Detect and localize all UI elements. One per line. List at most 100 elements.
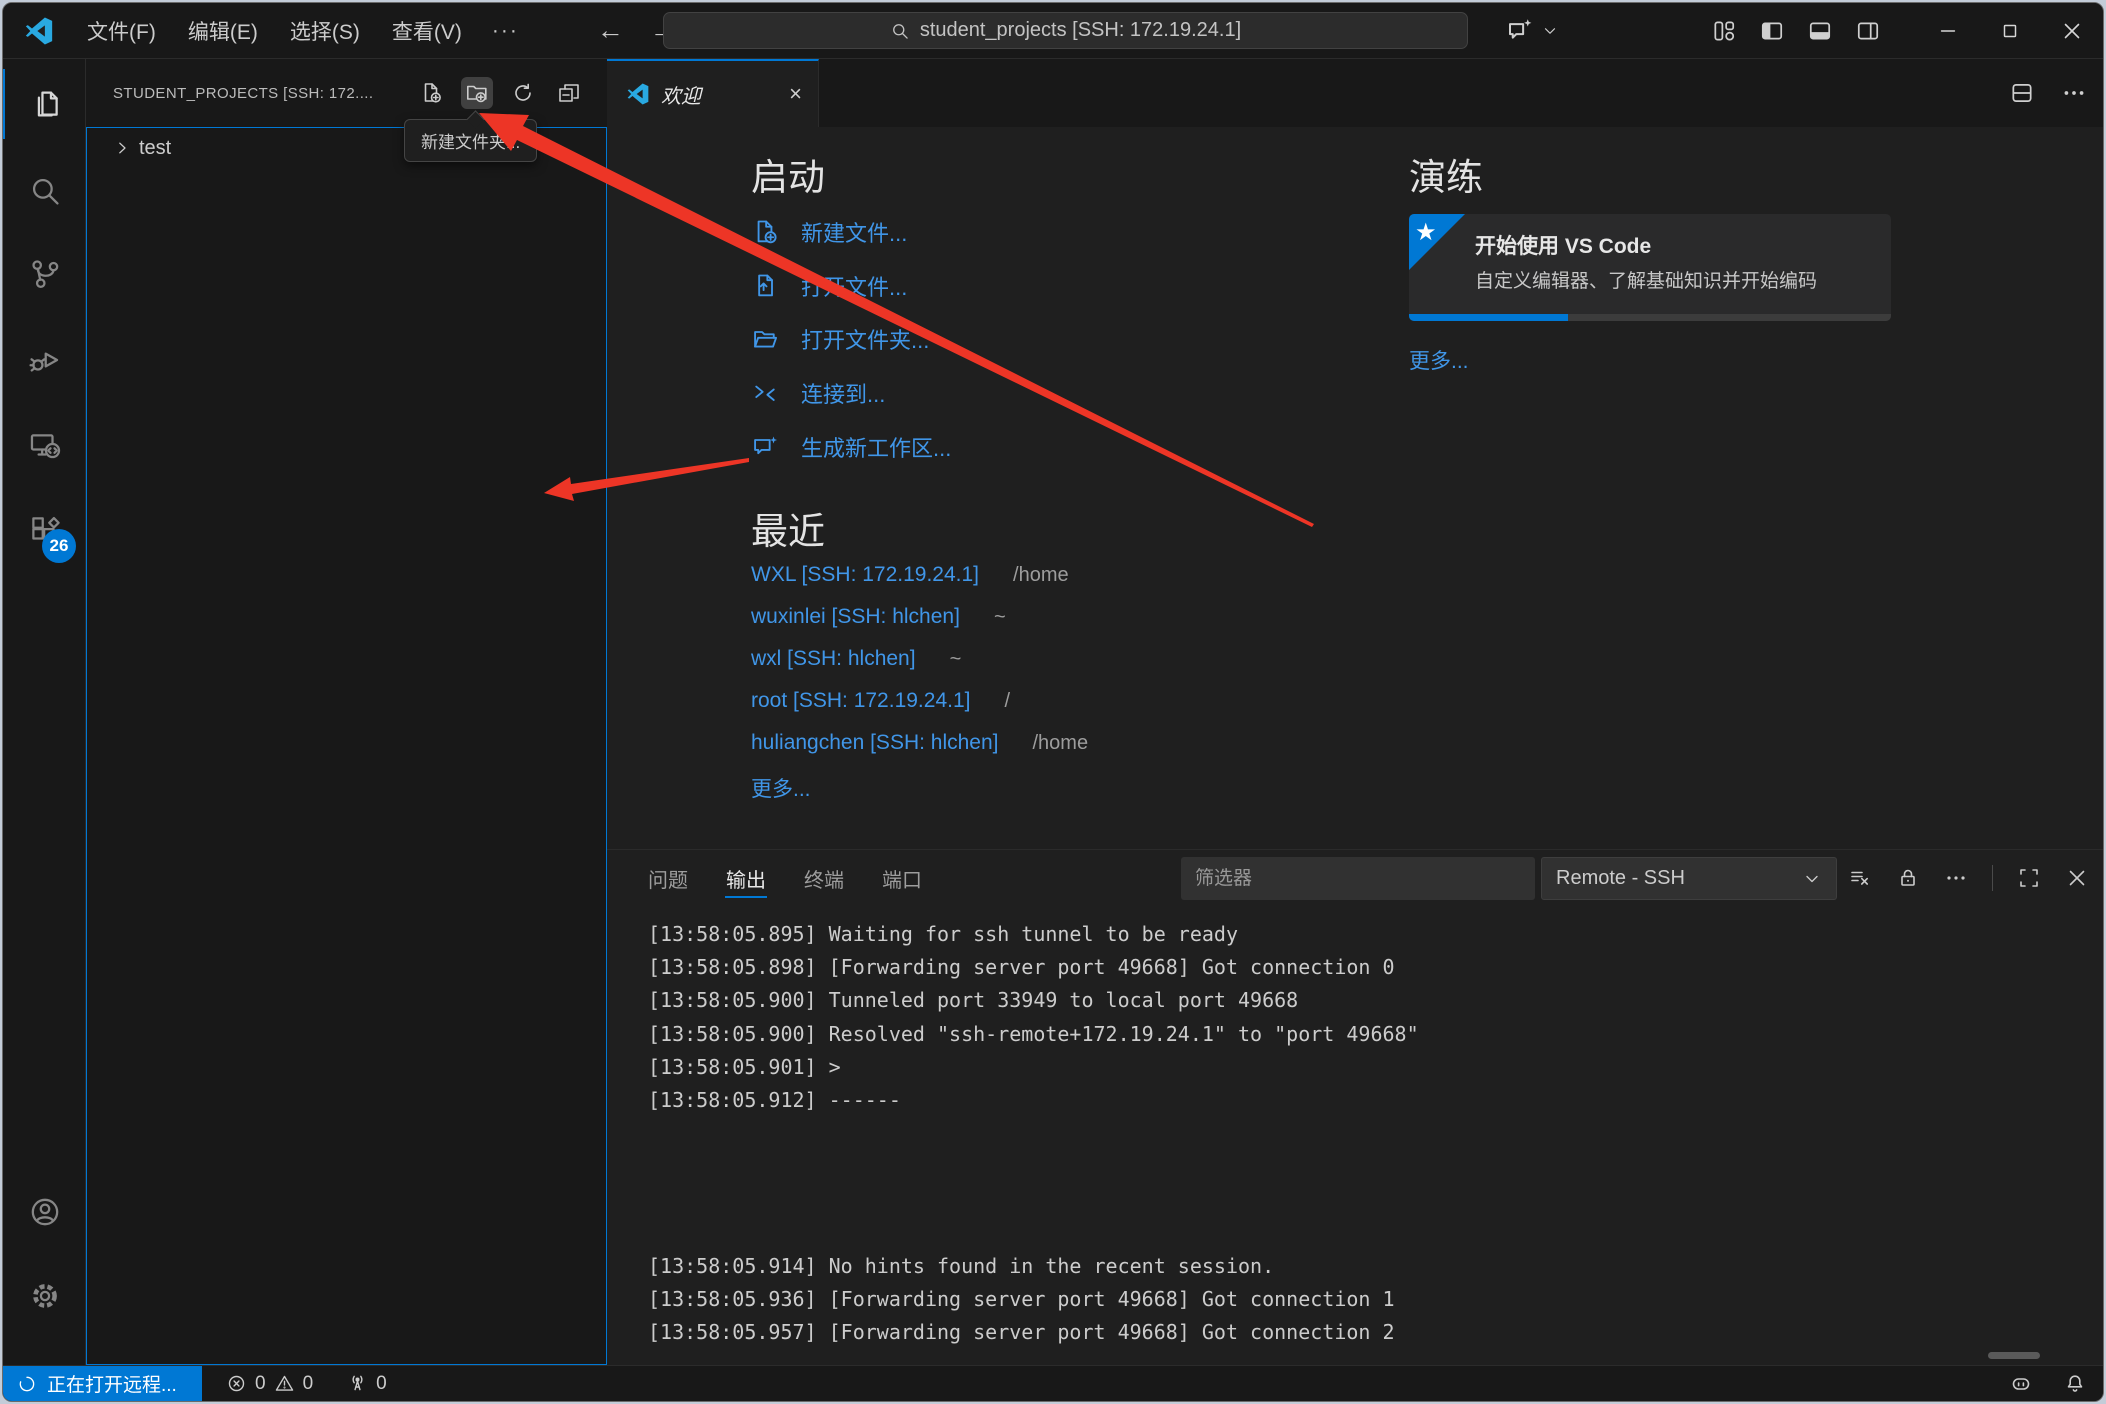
window-maximize-button[interactable] <box>1979 3 2041 59</box>
warning-icon <box>274 1373 295 1394</box>
copilot-status-icon[interactable] <box>2009 1372 2033 1396</box>
panel-tab-problems[interactable]: 问题 <box>629 850 707 906</box>
history-back-button[interactable]: ← <box>597 15 624 46</box>
menu-file[interactable]: 文件(F) <box>71 10 172 52</box>
log-line: [13:58:05.901] > <box>648 1055 2083 1088</box>
bell-icon[interactable] <box>2063 1372 2087 1396</box>
more-actions-icon[interactable] <box>2061 80 2087 106</box>
output-channel-value: Remote - SSH <box>1556 867 1802 890</box>
remote-connect-icon <box>751 379 779 407</box>
maximize-panel-icon[interactable] <box>2017 866 2041 890</box>
menu-more-button[interactable]: ··· <box>478 13 533 49</box>
problems-status[interactable]: 0 0 <box>226 1373 313 1395</box>
run-debug-icon <box>28 343 62 377</box>
close-icon <box>2060 19 2084 43</box>
recent-item[interactable]: huliangchen [SSH: hlchen] /home <box>751 731 1088 755</box>
activity-run-debug[interactable] <box>3 325 86 395</box>
ports-count: 0 <box>376 1373 387 1395</box>
refresh-button[interactable] <box>507 77 539 109</box>
output-log[interactable]: [13:58:05.895] Waiting for ssh tunnel to… <box>648 922 2083 1353</box>
start-link-label: 打开文件夹... <box>801 323 929 355</box>
activity-settings[interactable] <box>3 1261 86 1331</box>
close-panel-icon[interactable] <box>2065 866 2089 890</box>
bottom-panel: 问题 输出 终端 端口 Remote - SSH [13:58:05.895] … <box>607 849 2103 1365</box>
tab-welcome[interactable]: 欢迎 × <box>607 59 819 127</box>
recent-item[interactable]: root [SSH: 172.19.24.1] / <box>751 689 1010 713</box>
recent-link[interactable]: WXL [SSH: 172.19.24.1] <box>751 563 979 587</box>
welcome-page: 启动 新建文件... 打开文件... 打开文件夹... 连接到... 生成新工作… <box>607 127 2103 849</box>
menu-view[interactable]: 查看(V) <box>376 10 478 52</box>
recent-link[interactable]: root [SSH: 172.19.24.1] <box>751 689 970 713</box>
customize-layout-icon[interactable] <box>1711 18 1737 44</box>
activity-bar: 26 <box>3 59 86 1365</box>
panel-tab-output[interactable]: 输出 <box>707 850 785 906</box>
tab-close-button[interactable]: × <box>789 81 802 107</box>
activity-remote-explorer[interactable] <box>3 411 86 481</box>
split-editor-icon[interactable] <box>2009 80 2035 106</box>
more-actions-icon[interactable] <box>1944 866 1968 890</box>
activity-extensions[interactable]: 26 <box>3 495 86 565</box>
start-new-file-link[interactable]: 新建文件... <box>751 216 907 248</box>
log-line: [13:58:05.898] [Forwarding server port 4… <box>648 955 2083 988</box>
command-center-search[interactable]: student_projects [SSH: 172.19.24.1] <box>663 12 1468 49</box>
panel-tab-terminal[interactable]: 终端 <box>785 850 863 906</box>
new-file-button[interactable] <box>415 77 447 109</box>
output-channel-select[interactable]: Remote - SSH <box>1541 857 1837 900</box>
activity-account[interactable] <box>3 1177 86 1247</box>
recent-item[interactable]: wuxinlei [SSH: hlchen] ~ <box>751 605 1006 629</box>
recent-more-link[interactable]: 更多... <box>751 773 811 803</box>
menu-selection[interactable]: 选择(S) <box>274 10 376 52</box>
activity-explorer[interactable] <box>3 69 86 139</box>
output-filter-input[interactable] <box>1181 857 1535 900</box>
start-open-folder-link[interactable]: 打开文件夹... <box>751 323 929 355</box>
start-new-workspace-link[interactable]: 生成新工作区... <box>751 431 951 463</box>
panel-header: 问题 输出 终端 端口 Remote - SSH <box>607 850 2103 906</box>
start-open-file-link[interactable]: 打开文件... <box>751 270 907 302</box>
log-line <box>648 1221 2083 1254</box>
log-line: [13:58:05.957] [Forwarding server port 4… <box>648 1320 2083 1353</box>
toggle-primary-sidebar-icon[interactable] <box>1759 18 1785 44</box>
extensions-badge: 26 <box>42 529 76 563</box>
remote-status-button[interactable]: 正在打开远程... <box>3 1366 202 1402</box>
recent-path: / <box>1004 690 1010 713</box>
collapse-all-button[interactable] <box>553 77 585 109</box>
remote-explorer-icon <box>28 429 62 463</box>
window-close-button[interactable] <box>2041 3 2103 59</box>
lock-icon[interactable] <box>1896 866 1920 890</box>
window-minimize-button[interactable] <box>1917 3 1979 59</box>
scrollbar-thumb[interactable] <box>1988 1352 2040 1359</box>
activity-search[interactable] <box>3 156 86 226</box>
vscode-logo-icon <box>25 17 53 45</box>
ports-status[interactable]: 0 <box>347 1373 387 1395</box>
title-bar: 文件(F) 编辑(E) 选择(S) 查看(V) ··· ← → student_… <box>3 3 2103 59</box>
panel-tab-ports[interactable]: 端口 <box>863 850 941 906</box>
recent-link[interactable]: wuxinlei [SSH: hlchen] <box>751 605 960 629</box>
clear-output-icon[interactable] <box>1848 866 1872 890</box>
editor-tab-bar: 欢迎 × <box>607 59 2103 127</box>
recent-item[interactable]: WXL [SSH: 172.19.24.1] /home <box>751 563 1069 587</box>
menu-edit[interactable]: 编辑(E) <box>172 10 274 52</box>
refresh-icon <box>511 81 535 105</box>
start-connect-to-link[interactable]: 连接到... <box>751 377 885 409</box>
radio-tower-icon <box>347 1373 368 1394</box>
search-value: student_projects [SSH: 172.19.24.1] <box>920 19 1241 42</box>
walkthrough-title: 开始使用 VS Code <box>1475 230 1651 260</box>
chevron-right-icon <box>113 139 131 157</box>
activity-source-control[interactable] <box>3 239 86 309</box>
explorer-sidebar: STUDENT_PROJECTS [SSH: 172.... test <box>86 59 607 1365</box>
start-link-label: 连接到... <box>801 377 885 409</box>
log-line <box>648 1154 2083 1187</box>
copilot-chat-icon[interactable] <box>1505 16 1535 46</box>
recent-link[interactable]: huliangchen [SSH: hlchen] <box>751 731 999 755</box>
walkthrough-card[interactable]: ★ 开始使用 VS Code 自定义编辑器、了解基础知识并开始编码 <box>1409 214 1891 321</box>
chevron-down-icon[interactable] <box>1541 22 1559 40</box>
toggle-panel-icon[interactable] <box>1807 18 1833 44</box>
toggle-secondary-sidebar-icon[interactable] <box>1855 18 1881 44</box>
new-folder-button[interactable] <box>461 77 493 109</box>
search-icon <box>28 174 62 208</box>
walkthrough-more-link[interactable]: 更多... <box>1409 345 1469 375</box>
recent-path: ~ <box>950 648 962 671</box>
recent-link[interactable]: wxl [SSH: hlchen] <box>751 647 916 671</box>
account-icon <box>28 1195 62 1229</box>
recent-item[interactable]: wxl [SSH: hlchen] ~ <box>751 647 961 671</box>
